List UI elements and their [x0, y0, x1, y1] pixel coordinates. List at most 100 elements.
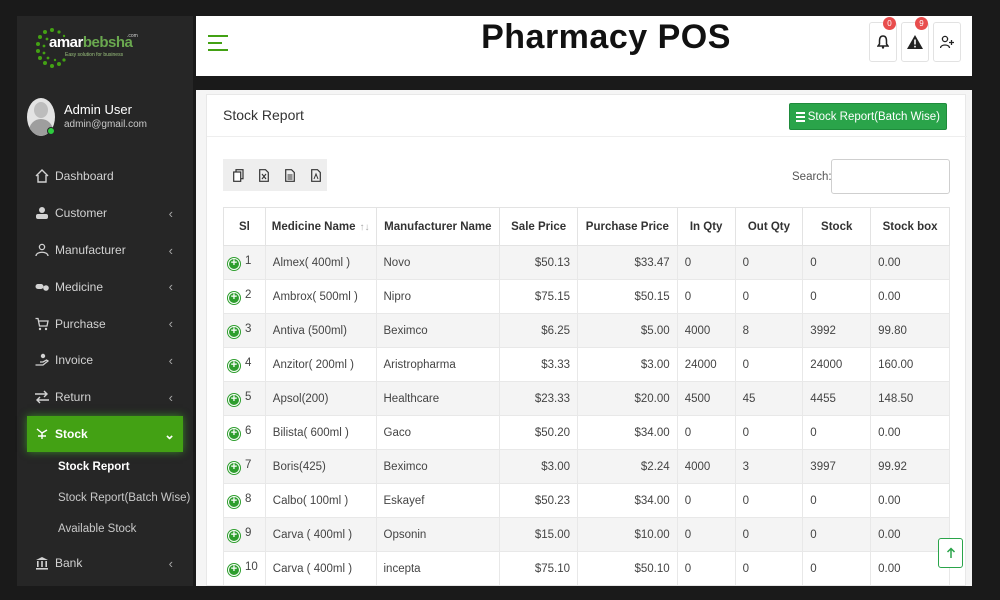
sidebar-item-invoice[interactable]: Invoice ‹	[17, 342, 193, 379]
cell-stock-box: 99.80	[870, 313, 950, 348]
cell-purchase-price: $33.47	[577, 245, 678, 280]
brand-name: amarbebsha	[49, 34, 133, 51]
cell-stock: 0	[802, 279, 872, 314]
user-profile[interactable]: Admin User admin@gmail.com	[27, 98, 187, 138]
cell-sl: +8	[223, 483, 266, 518]
stock-report-batch-wise-button[interactable]: Stock Report(Batch Wise)	[788, 103, 947, 130]
export-toolbar	[223, 159, 327, 191]
sidebar-item-dashboard[interactable]: Dashboard	[17, 158, 193, 195]
table-row[interactable]: +7 Boris(425) Beximco $3.00 $2.24 4000 3 3997 99…	[223, 449, 950, 484]
table-row[interactable]: +2 Ambrox( 500ml ) Nipro $75.15 $50.15 0 0 0 0.0…	[223, 279, 950, 314]
notifications-button[interactable]: 0	[869, 17, 897, 62]
table-row[interactable]: +1 Almex( 400ml ) Novo $50.13 $33.47 0 0 0 0.00	[223, 245, 950, 280]
cell-value: Healthcare	[383, 392, 440, 405]
user-email: admin@gmail.com	[64, 119, 147, 130]
column-header-stock-box[interactable]: Stock box	[870, 207, 950, 246]
sidebar-subitem-stock-report-batch[interactable]: Stock Report(Batch Wise)	[17, 483, 193, 514]
cell-value: $50.13	[534, 256, 571, 269]
expand-row-icon[interactable]: +	[228, 495, 240, 508]
cell-value: Bilista( 600ml )	[272, 426, 349, 439]
alerts-button[interactable]: 9	[901, 17, 929, 62]
sidebar-subitem-stock-report[interactable]: Stock Report	[17, 452, 193, 483]
sidebar-item-customer[interactable]: Customer ‹	[17, 195, 193, 232]
column-header-medicine-name[interactable]: Medicine Name ↑↓	[264, 207, 377, 246]
copy-icon[interactable]	[231, 168, 245, 182]
table-row[interactable]: +4 Anzitor( 200ml ) Aristropharma $3.33 $3.0…	[223, 347, 950, 382]
table-row[interactable]: +8 Calbo( 100ml ) Eskayef $50.23 $34.00 0 0 0 0.…	[223, 483, 950, 518]
expand-row-icon[interactable]: +	[228, 461, 240, 474]
sidebar-item-medicine[interactable]: Medicine ‹	[17, 268, 193, 305]
sidebar-nav: Dashboard Customer ‹ Manufacturer ‹ Medi…	[17, 158, 193, 581]
cell-value: $6.25	[541, 324, 571, 337]
cell-value: 0	[810, 528, 817, 541]
cell-in-qty: 4000	[676, 449, 736, 484]
expand-row-icon[interactable]: +	[228, 427, 240, 440]
expand-row-icon[interactable]: +	[228, 257, 240, 270]
table-row[interactable]: +6 Bilista( 600ml ) Gaco $50.20 $34.00 0 0 0 0.0…	[223, 415, 950, 450]
excel-file-icon[interactable]	[257, 168, 271, 182]
table-row[interactable]: +10 Carva ( 400ml ) incepta $75.10 $50.10 0 0 0…	[223, 551, 950, 586]
pdf-file-icon[interactable]	[309, 168, 323, 182]
cell-stock-box: 160.00	[870, 347, 950, 382]
user-name: Admin User	[64, 102, 132, 117]
cell-sl: +5	[223, 381, 266, 416]
cell-manufacturer-name: Healthcare	[375, 381, 501, 416]
cell-value: 99.92	[878, 460, 907, 473]
cell-sl: +2	[223, 279, 266, 314]
expand-row-icon[interactable]: +	[228, 325, 240, 338]
column-header-in-qty[interactable]: In Qty	[676, 207, 736, 246]
cell-sale-price: $6.25	[499, 313, 579, 348]
sidebar-item-return[interactable]: Return ‹	[17, 379, 193, 416]
search-input[interactable]	[831, 159, 950, 194]
sidebar-item-label: Stock	[55, 426, 88, 441]
sidebar-item-stock[interactable]: Stock ⌄	[27, 415, 183, 452]
cell-in-qty: 24000	[676, 347, 736, 382]
cell-value: 0	[742, 562, 749, 575]
cell-stock-box: 0.00	[870, 279, 950, 314]
table-row[interactable]: +3 Antiva (500ml) Beximco $6.25 $5.00 4000 8 39…	[223, 313, 950, 348]
cell-sale-price: $50.23	[499, 483, 579, 518]
column-header-purchase-price[interactable]: Purchase Price	[577, 207, 678, 246]
sidebar-item-label: Customer	[55, 206, 108, 221]
expand-row-icon[interactable]: +	[228, 359, 240, 372]
cell-medicine-name: Almex( 400ml )	[264, 245, 377, 280]
cell-value: 4	[245, 357, 252, 370]
sidebar-item-label: Medicine	[55, 279, 104, 294]
sidebar-item-bank[interactable]: Bank ‹	[17, 545, 193, 582]
cell-value: 0	[742, 494, 749, 507]
expand-row-icon[interactable]: +	[228, 393, 240, 406]
column-header-sl[interactable]: Sl	[223, 207, 266, 246]
cell-value: Boris(425)	[272, 460, 326, 473]
cell-value: $34.00	[634, 494, 670, 507]
cell-stock: 0	[802, 517, 872, 552]
cell-sl: +1	[223, 245, 266, 280]
expand-row-icon[interactable]: +	[228, 529, 240, 542]
cell-value: 0	[684, 562, 692, 575]
cell-stock-box: 0.00	[870, 483, 950, 518]
brand-logo[interactable]: amarbebsha .com Easy solution for busine…	[35, 20, 138, 76]
sidebar-item-purchase[interactable]: Purchase ‹	[17, 305, 193, 342]
cell-value: Carva ( 400ml )	[272, 562, 353, 575]
cell-purchase-price: $10.00	[577, 517, 678, 552]
column-header-stock[interactable]: Stock	[802, 207, 872, 246]
scroll-to-top-button[interactable]	[938, 538, 963, 568]
cell-out-qty: 0	[734, 415, 804, 450]
column-header-manufacturer-name[interactable]: Manufacturer Name	[375, 207, 501, 246]
add-user-button[interactable]	[933, 22, 961, 62]
table-row[interactable]: +5 Apsol(200) Healthcare $23.33 $20.00 4500 45…	[223, 381, 950, 416]
cell-value: Carva ( 400ml )	[272, 528, 353, 541]
table-row[interactable]: +9 Carva ( 400ml ) Opsonin $15.00 $10.00 0 0 0 0…	[223, 517, 950, 552]
expand-row-icon[interactable]: +	[228, 291, 240, 304]
column-header-out-qty[interactable]: Out Qty	[734, 207, 804, 246]
page-title: Stock Report	[223, 107, 304, 123]
sidebar-subitem-available-stock[interactable]: Available Stock	[17, 514, 193, 545]
cell-purchase-price: $50.10	[577, 551, 678, 586]
sidebar-item-manufacturer[interactable]: Manufacturer ‹	[17, 232, 193, 269]
sidebar-item-label: Purchase	[55, 316, 106, 331]
expand-row-icon[interactable]: +	[228, 563, 240, 576]
cell-value: Opsonin	[383, 528, 427, 541]
cell-manufacturer-name: incepta	[375, 551, 501, 586]
column-header-sale-price[interactable]: Sale Price	[499, 207, 579, 246]
chevron-left-icon: ‹	[168, 205, 173, 221]
csv-file-icon[interactable]	[283, 168, 297, 182]
